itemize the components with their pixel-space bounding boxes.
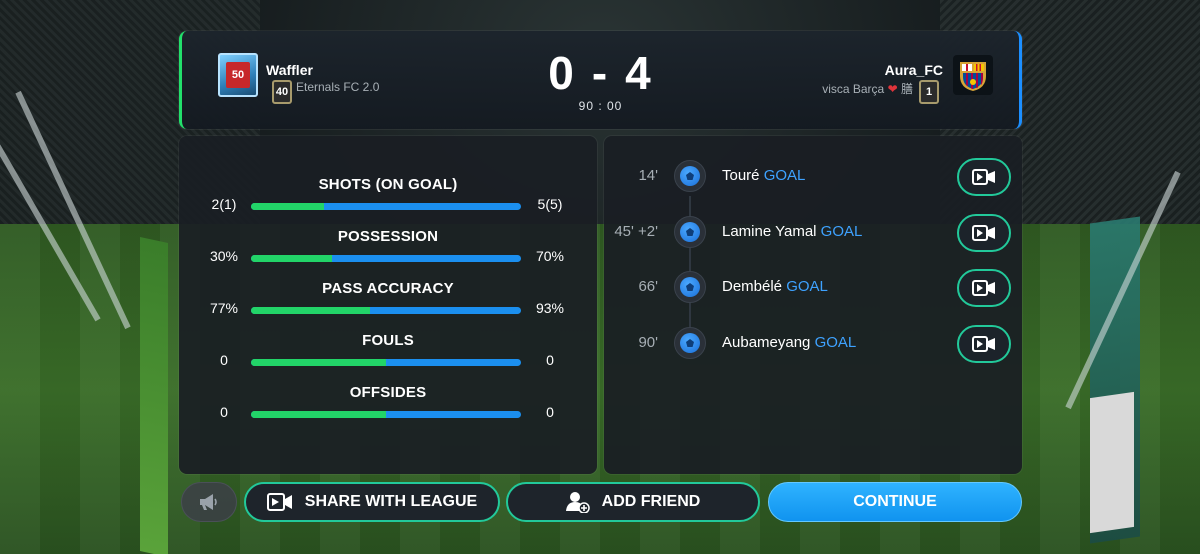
stat-row: SHOTS (ON GOAL) 2(1) 5(5) xyxy=(179,176,597,228)
score-separator: - xyxy=(591,47,610,99)
away-team-badge xyxy=(953,55,993,95)
replay-button[interactable] xyxy=(957,158,1011,196)
match-stats-panel: SHOTS (ON GOAL) 2(1) 5(5) POSSESSION 30% 70% P… xyxy=(179,136,597,474)
match-events-panel: 14' Touré GOAL 45' +2' Lamine Yamal GOAL 66'… xyxy=(604,136,1022,474)
event-row: 66' Dembélé GOAL xyxy=(604,266,1022,310)
stat-home-value: 2(1) xyxy=(211,196,237,212)
soccer-ball-icon xyxy=(674,216,706,248)
event-row: 14' Touré GOAL xyxy=(604,155,1022,199)
away-club-line: visca Barça ❤ 膳 xyxy=(822,80,913,97)
stat-bar-home-fill xyxy=(251,255,332,262)
fc-barcelona-crest-icon xyxy=(960,62,986,91)
video-camera-icon xyxy=(972,225,995,241)
soccer-ball-icon xyxy=(674,160,706,192)
stat-title: FOULS xyxy=(362,332,414,349)
stat-bar-home-fill xyxy=(251,203,324,210)
stat-bar xyxy=(251,411,521,418)
soccer-ball-icon xyxy=(674,327,706,359)
stat-title: PASS ACCURACY xyxy=(322,280,454,297)
stat-away-value: 70% xyxy=(535,248,565,264)
soccer-ball-icon xyxy=(674,271,706,303)
add-friend-button[interactable]: ADD FRIEND xyxy=(506,482,760,522)
away-club-name: visca Barça xyxy=(822,82,885,96)
home-score: 0 xyxy=(548,47,576,99)
continue-button[interactable]: CONTINUE xyxy=(768,482,1022,522)
event-minute: 14' xyxy=(638,167,658,184)
stat-bar xyxy=(251,359,521,366)
stat-bar xyxy=(251,203,521,210)
replay-button[interactable] xyxy=(957,325,1011,363)
away-player-name: Aura_FC xyxy=(884,62,943,78)
stat-row: FOULS 0 0 xyxy=(179,332,597,384)
stat-home-value: 0 xyxy=(220,352,228,368)
match-clock: 90 : 00 xyxy=(578,99,623,113)
share-with-league-label: SHARE WITH LEAGUE xyxy=(304,493,478,510)
replay-button[interactable] xyxy=(957,269,1011,307)
stat-bar-home-fill xyxy=(251,307,370,314)
event-minute: 45' +2' xyxy=(614,223,658,240)
heart-icon: ❤ xyxy=(887,82,898,96)
away-level-badge: 1 xyxy=(919,80,939,104)
stat-title: OFFSIDES xyxy=(349,384,427,401)
stat-away-value: 5(5) xyxy=(537,196,563,212)
stat-away-value: 0 xyxy=(546,404,554,420)
video-camera-icon xyxy=(972,169,995,185)
stat-row: POSSESSION 30% 70% xyxy=(179,228,597,280)
event-type: GOAL xyxy=(814,334,857,351)
stat-home-value: 77% xyxy=(209,300,239,316)
event-description: Lamine Yamal GOAL xyxy=(722,223,862,240)
event-row: 90' Aubameyang GOAL xyxy=(604,322,1022,366)
add-user-icon xyxy=(565,491,590,513)
event-minute: 90' xyxy=(638,334,658,351)
stat-home-value: 0 xyxy=(220,404,228,420)
event-type: GOAL xyxy=(820,223,863,240)
event-description: Touré GOAL xyxy=(722,167,805,184)
replay-button[interactable] xyxy=(957,214,1011,252)
event-type: GOAL xyxy=(786,278,828,295)
event-description: Dembélé GOAL xyxy=(722,278,828,295)
event-player: Touré xyxy=(722,167,760,184)
stat-bar-home-fill xyxy=(251,359,386,366)
stat-row: OFFSIDES 0 0 xyxy=(179,384,597,436)
video-camera-icon xyxy=(266,493,293,511)
add-friend-label: ADD FRIEND xyxy=(601,493,701,510)
megaphone-icon xyxy=(200,494,217,510)
video-camera-icon xyxy=(972,280,995,296)
stat-bar-home-fill xyxy=(251,411,386,418)
event-description: Aubameyang GOAL xyxy=(722,334,856,351)
megaphone-button[interactable] xyxy=(181,482,237,522)
stat-bar xyxy=(251,307,521,314)
away-score: 4 xyxy=(625,47,653,99)
stat-home-value: 30% xyxy=(209,248,239,264)
stat-bar xyxy=(251,255,521,262)
event-type: GOAL xyxy=(763,167,806,184)
stat-away-value: 93% xyxy=(535,300,565,316)
scoreboard: 50 40 Waffler Eternals FC 2.0 0-4 90 : 0… xyxy=(179,31,1022,129)
event-player: Aubameyang xyxy=(722,334,811,351)
stat-title: SHOTS (ON GOAL) xyxy=(318,176,458,193)
stat-title: POSSESSION xyxy=(337,228,439,245)
stat-away-value: 0 xyxy=(546,352,554,368)
share-with-league-button[interactable]: SHARE WITH LEAGUE xyxy=(244,482,500,522)
event-row: 45' +2' Lamine Yamal GOAL xyxy=(604,211,1022,255)
event-minute: 66' xyxy=(638,278,658,295)
away-level: 1 xyxy=(925,85,933,98)
event-player: Lamine Yamal xyxy=(722,223,817,240)
video-camera-icon xyxy=(972,336,995,352)
continue-label: CONTINUE xyxy=(853,493,937,510)
stat-row: PASS ACCURACY 77% 93% xyxy=(179,280,597,332)
away-club-suffix: 膳 xyxy=(900,82,913,96)
event-player: Dembélé xyxy=(722,278,783,295)
